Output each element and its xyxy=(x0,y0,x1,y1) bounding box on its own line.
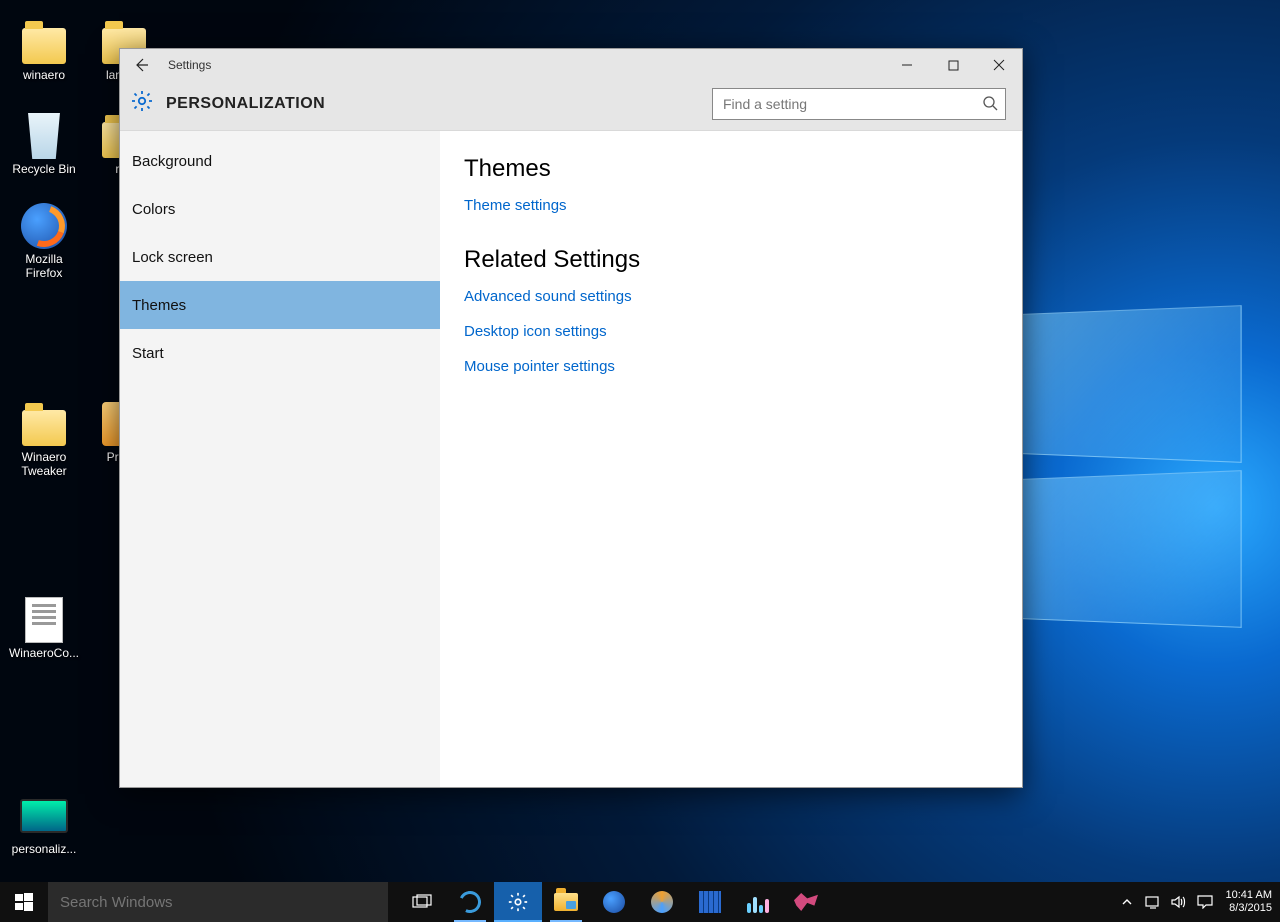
sidebar-item-colors[interactable]: Colors xyxy=(120,185,440,233)
edge-icon xyxy=(456,888,484,916)
sidebar-item-label: Lock screen xyxy=(132,249,213,266)
taskbar-app-grid[interactable] xyxy=(686,882,734,922)
gear-icon xyxy=(507,891,529,913)
taskbar-app-sparkle[interactable] xyxy=(734,882,782,922)
taskbar-search-input[interactable] xyxy=(48,882,388,922)
monitor-icon xyxy=(20,792,68,840)
windows-logo-decor xyxy=(1013,470,1242,628)
desktop-icon-label: Recycle Bin xyxy=(6,162,82,176)
desktop-icon-label: WinaeroCo... xyxy=(6,646,82,660)
sidebar-item-label: Start xyxy=(132,345,164,362)
minimize-button[interactable] xyxy=(884,49,930,81)
taskbar-date: 8/3/2015 xyxy=(1226,902,1272,915)
desktop-icon-label: personaliz... xyxy=(6,842,82,856)
close-button[interactable] xyxy=(976,49,1022,81)
header-row: PERSONALIZATION xyxy=(120,81,1022,131)
recycle-icon xyxy=(20,112,68,160)
search-input[interactable] xyxy=(712,88,1006,120)
system-tray xyxy=(1118,893,1218,911)
window-title: Settings xyxy=(164,58,211,72)
tray-action-center-icon[interactable] xyxy=(1196,893,1214,911)
search-icon xyxy=(982,95,998,116)
firefox-app[interactable]: Mozilla Firefox xyxy=(6,202,82,280)
sparkle-icon xyxy=(747,891,769,913)
sidebar-item-lockscreen[interactable]: Lock screen xyxy=(120,233,440,281)
taskbar-time: 10:41 AM xyxy=(1226,889,1272,902)
gear-icon xyxy=(130,89,154,118)
folder-icon xyxy=(20,400,68,448)
sidebar-item-label: Colors xyxy=(132,201,175,218)
search-wrap xyxy=(712,88,1006,120)
sidebar-item-start[interactable]: Start xyxy=(120,329,440,377)
winaero-tweaker-folder[interactable]: Winaero Tweaker xyxy=(6,400,82,478)
link-theme-settings[interactable]: Theme settings xyxy=(464,197,998,214)
desktop-icon-label: Winaero Tweaker xyxy=(6,450,82,478)
link-desktop-icons[interactable]: Desktop icon settings xyxy=(464,323,998,340)
winaerocontext-doc[interactable]: WinaeroCo... xyxy=(6,596,82,660)
related-settings-heading: Related Settings xyxy=(464,246,998,274)
maximize-button[interactable] xyxy=(930,49,976,81)
sidebar-item-background[interactable]: Background xyxy=(120,137,440,185)
sidebar-item-label: Background xyxy=(132,153,212,170)
winaero-folder[interactable]: winaero xyxy=(6,18,82,82)
content-pane: Themes Theme settings Related Settings A… xyxy=(440,131,1022,787)
link-mouse-pointer[interactable]: Mouse pointer settings xyxy=(464,358,998,375)
settings-window: Settings PERSONALIZATION xyxy=(119,48,1023,788)
taskbar-edge[interactable] xyxy=(446,882,494,922)
desktop-icon-label: winaero xyxy=(6,68,82,82)
folder-icon xyxy=(554,893,578,911)
sidebar-item-label: Themes xyxy=(132,297,186,314)
task-view-button[interactable] xyxy=(398,882,446,922)
desktop-icon-label: Mozilla Firefox xyxy=(6,252,82,280)
firefox-icon xyxy=(20,202,68,250)
sidebar: Background Colors Lock screen Themes Start xyxy=(120,131,440,787)
grid-icon xyxy=(699,891,721,913)
tray-volume-icon[interactable] xyxy=(1170,893,1188,911)
taskbar-file-explorer[interactable] xyxy=(542,882,590,922)
document-icon xyxy=(20,596,68,644)
taskbar-app-pink[interactable] xyxy=(782,882,830,922)
tray-chevron-icon[interactable] xyxy=(1118,893,1136,911)
link-advanced-sound[interactable]: Advanced sound settings xyxy=(464,288,998,305)
taskbar-app-swirl[interactable] xyxy=(638,882,686,922)
titlebar: Settings xyxy=(120,49,1022,81)
firefox-icon xyxy=(603,891,625,913)
recycle-bin[interactable]: Recycle Bin xyxy=(6,112,82,176)
folder-icon xyxy=(20,18,68,66)
sidebar-item-themes[interactable]: Themes xyxy=(120,281,440,329)
tray-network-icon[interactable] xyxy=(1144,893,1162,911)
taskbar-firefox[interactable] xyxy=(590,882,638,922)
themes-heading: Themes xyxy=(464,155,998,183)
taskbar-clock[interactable]: 10:41 AM 8/3/2015 xyxy=(1218,889,1280,915)
page-title: PERSONALIZATION xyxy=(166,95,325,113)
taskbar-settings[interactable] xyxy=(494,882,542,922)
swirl-icon xyxy=(651,891,673,913)
start-button[interactable] xyxy=(0,882,48,922)
back-button[interactable] xyxy=(120,49,164,81)
taskbar: 10:41 AM 8/3/2015 xyxy=(0,882,1280,922)
pink-icon xyxy=(794,893,818,911)
personalize-app[interactable]: personaliz... xyxy=(6,792,82,856)
windows-logo-decor xyxy=(1013,305,1242,463)
